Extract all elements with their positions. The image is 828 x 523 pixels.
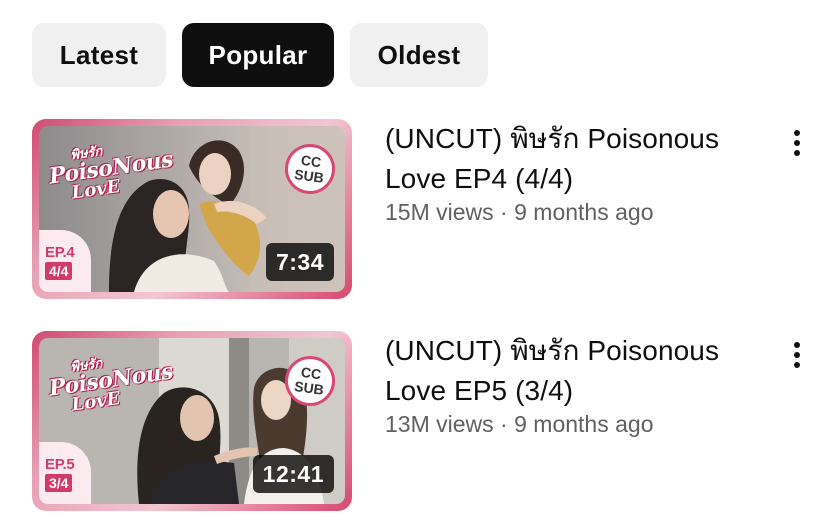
view-count: 13M views [385,411,494,437]
video-stats: 13M views · 9 months ago [385,407,765,441]
meta-separator: · [500,199,508,225]
video-thumbnail[interactable]: พิษรัก PoisoNous LovE CC SUB EP.5 3/4 12… [32,331,352,511]
video-meta: (UNCUT) พิษรัก Poisonous Love EP4 (4/4) 1… [385,119,765,229]
vertical-ellipsis-icon[interactable] [782,337,812,373]
episode-badge: EP.4 4/4 [39,230,91,292]
video-title[interactable]: (UNCUT) พิษรัก Poisonous Love EP5 (3/4) [385,331,765,411]
video-duration: 7:34 [265,243,334,281]
chip-oldest[interactable]: Oldest [350,23,488,87]
chip-latest[interactable]: Latest [32,23,166,87]
video-item[interactable]: พิษรัก PoisoNous LovE CC SUB EP.5 3/4 12… [32,331,812,513]
view-count: 15M views [385,199,494,225]
upload-age: 9 months ago [514,199,654,225]
chip-popular[interactable]: Popular [182,23,334,87]
video-thumbnail[interactable]: พิษรัก PoisoNous LovE CC SUB EP.4 4/4 7:… [32,119,352,299]
upload-age: 9 months ago [514,411,654,437]
video-item[interactable]: พิษรัก PoisoNous LovE CC SUB EP.4 4/4 7:… [32,119,812,301]
vertical-ellipsis-icon[interactable] [782,125,812,161]
video-duration: 12:41 [252,455,334,493]
video-title[interactable]: (UNCUT) พิษรัก Poisonous Love EP4 (4/4) [385,119,765,199]
video-meta: (UNCUT) พิษรัก Poisonous Love EP5 (3/4) 1… [385,331,765,441]
episode-badge: EP.5 3/4 [39,442,91,504]
video-stats: 15M views · 9 months ago [385,195,765,229]
meta-separator: · [500,411,508,437]
